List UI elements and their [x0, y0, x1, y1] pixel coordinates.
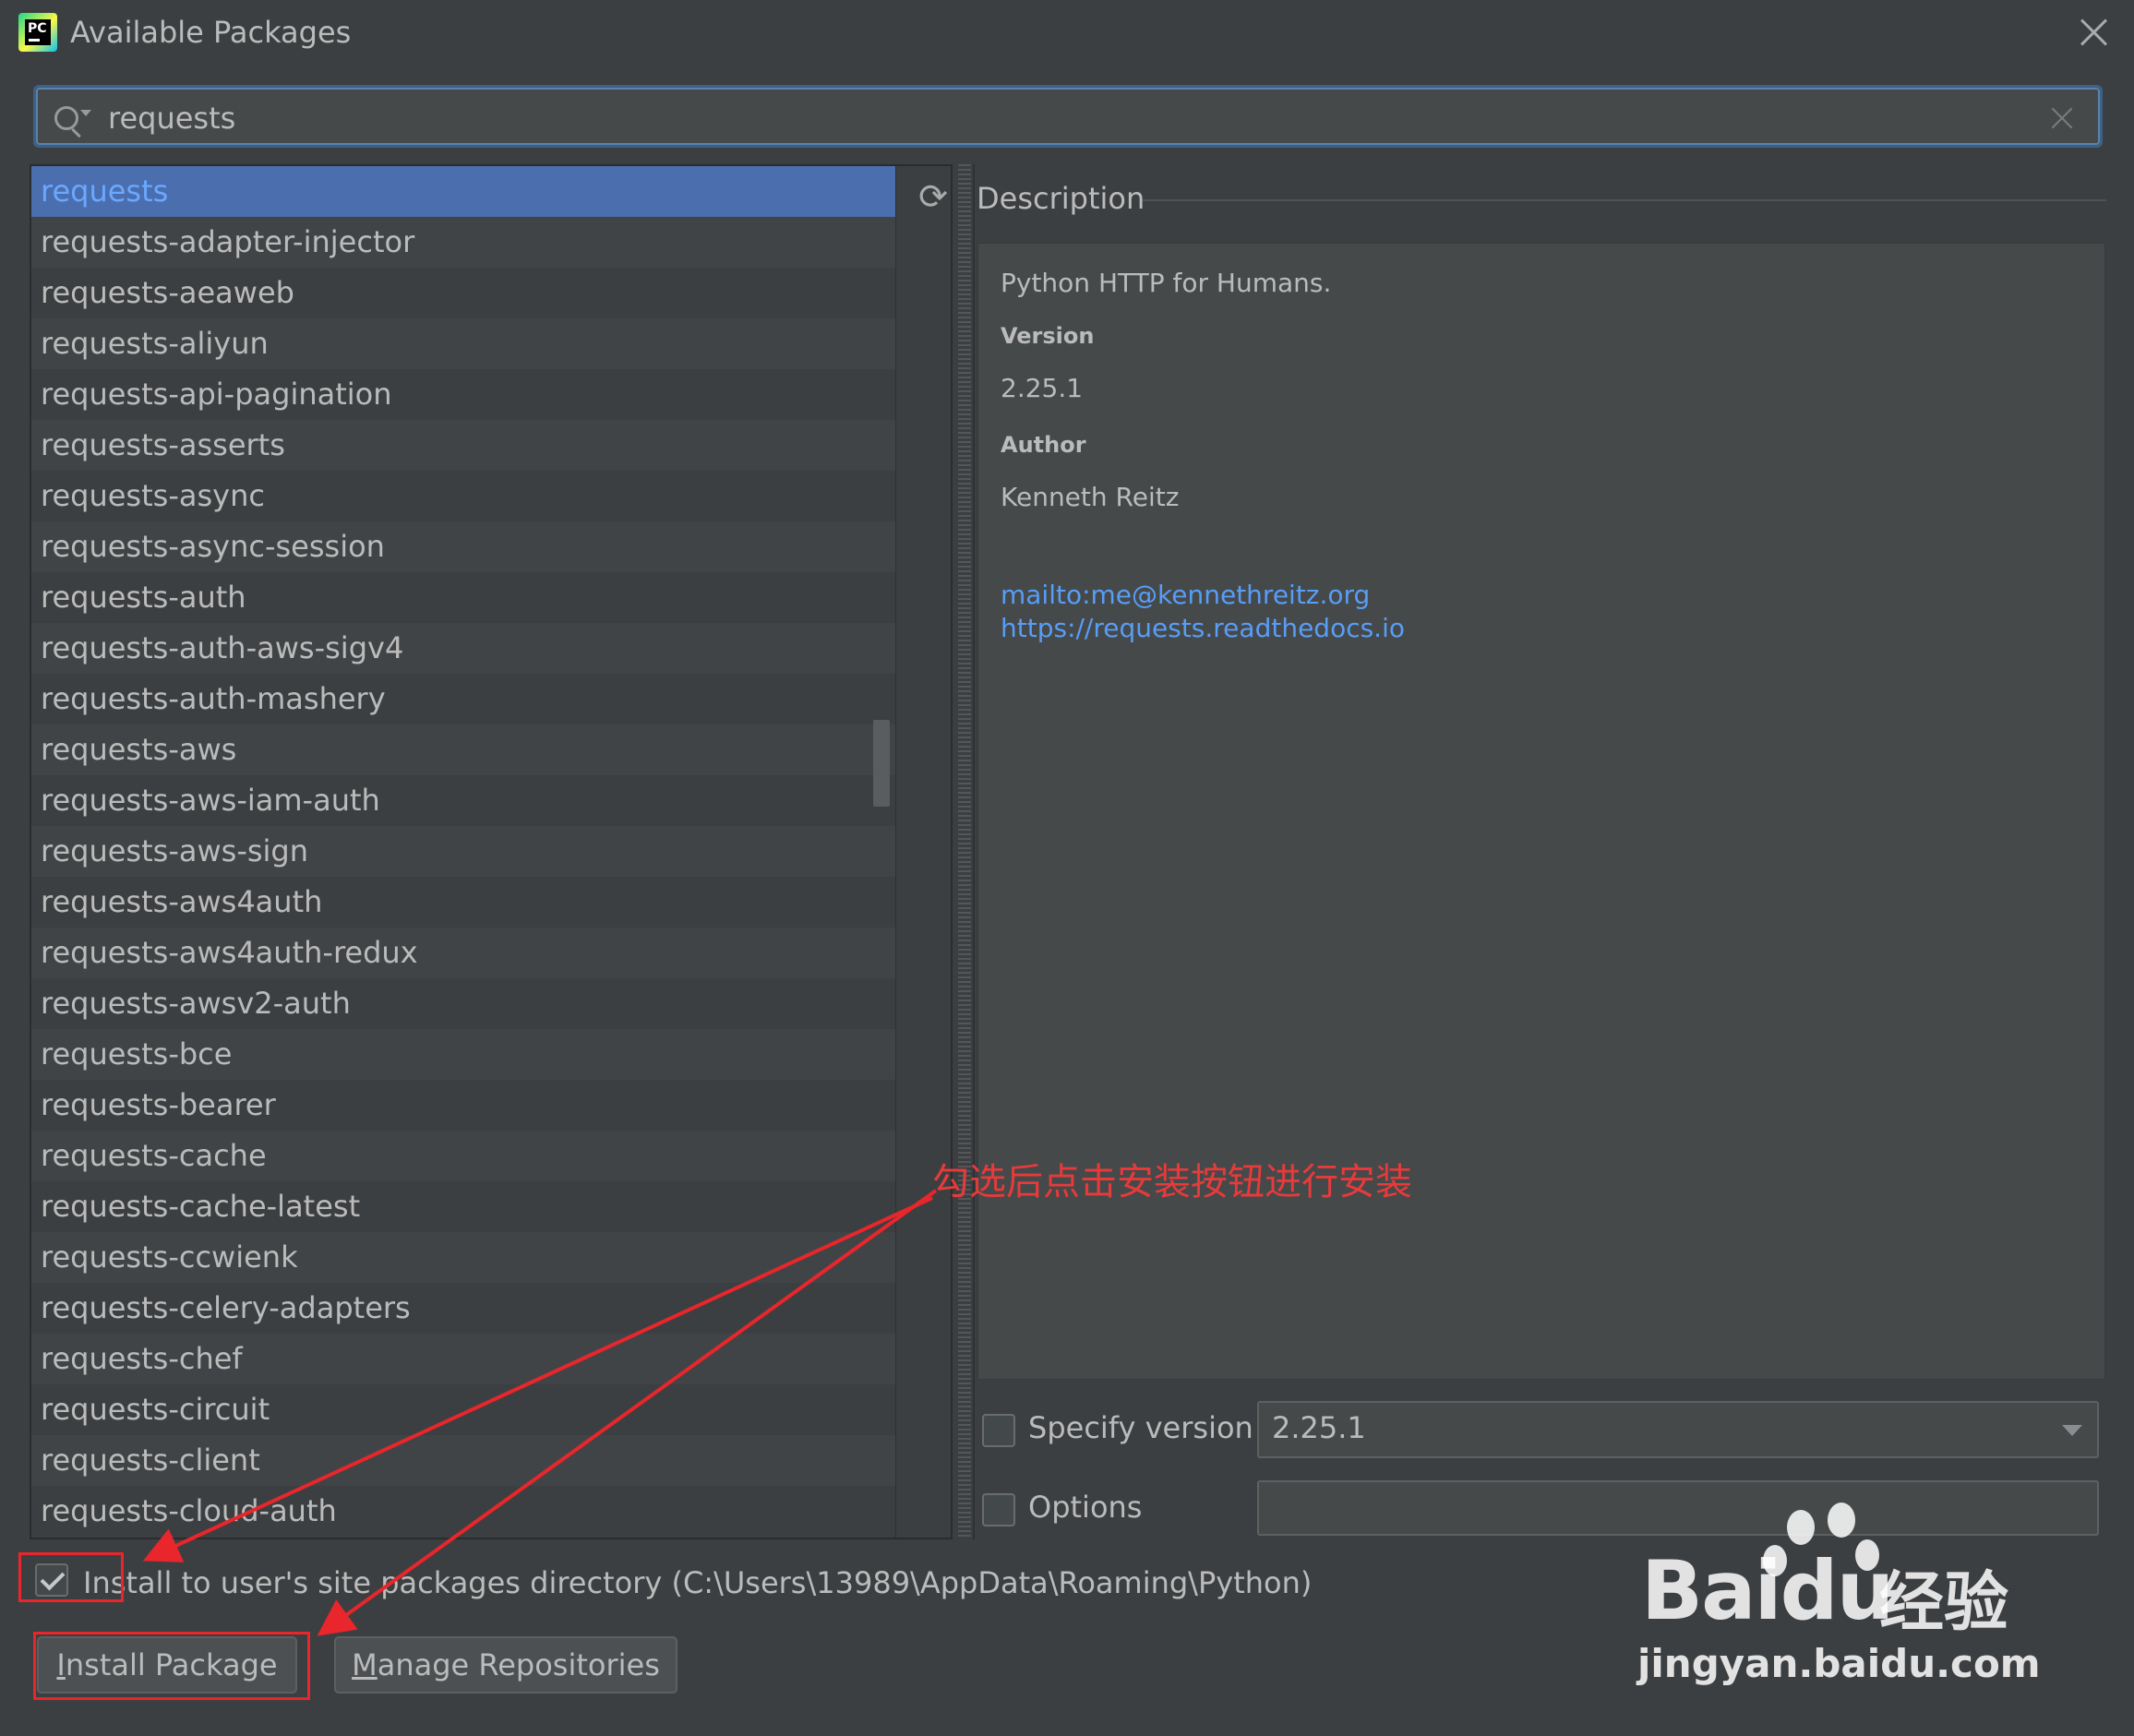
paw-icon [1787, 1510, 1815, 1545]
annotation-arrows [142, 1189, 938, 1636]
watermark-url: jingyan.baidu.com [1637, 1641, 2041, 1686]
watermark-brand: Baidu [1641, 1543, 1894, 1638]
arrow-to-install-button [317, 1189, 938, 1636]
arrow-to-checkbox [142, 1196, 933, 1562]
watermark-cn: 经验 [1879, 1564, 2008, 1640]
baidu-watermark: Baidu 经验 jingyan.baidu.com [1632, 1503, 2041, 1687]
